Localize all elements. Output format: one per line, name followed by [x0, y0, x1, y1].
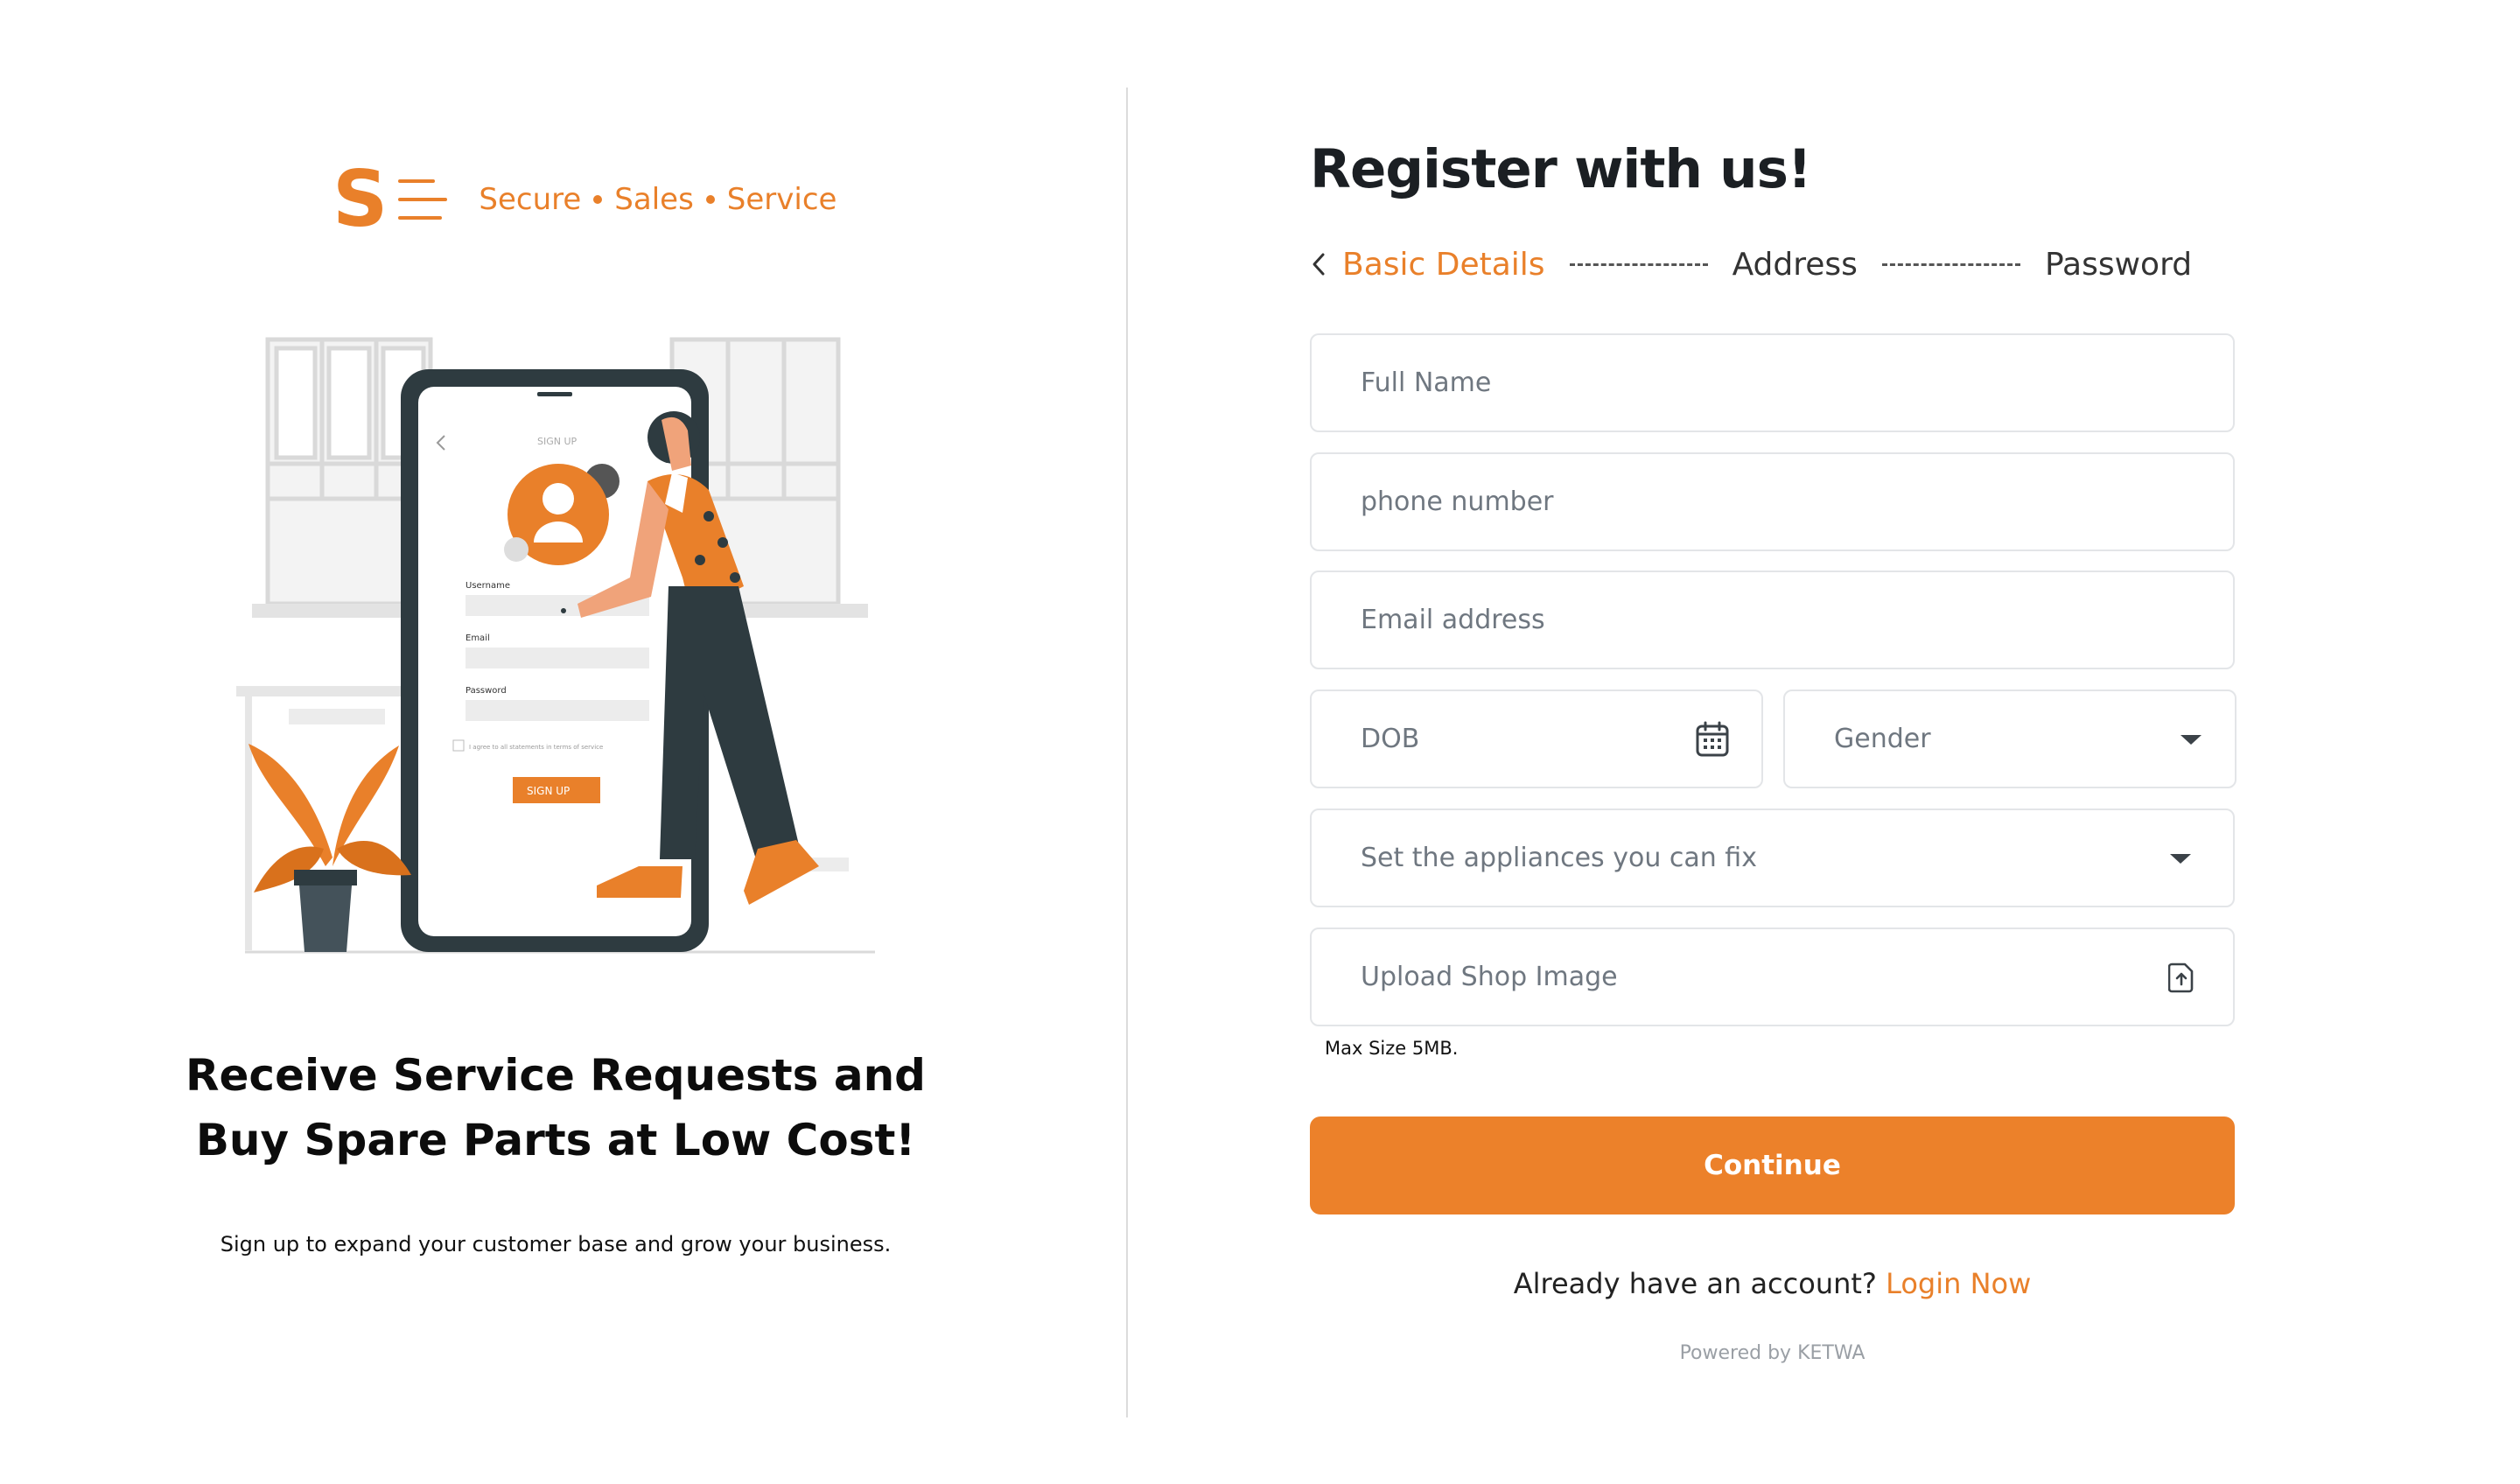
hero-title-line: Buy Spare Parts at Low Cost!	[195, 1115, 916, 1166]
illus-screen-title: SIGN UP	[537, 436, 578, 447]
upload-shop-image-label: Upload Shop Image	[1361, 962, 1618, 992]
step-basic-details[interactable]: Basic Details	[1342, 247, 1545, 283]
illus-password-label: Password	[466, 686, 507, 696]
step-connector	[1569, 262, 1708, 266]
tagline-word: Service	[726, 182, 837, 217]
hero-title: Receive Service Requests and Buy Spare P…	[175, 1043, 936, 1172]
step-address[interactable]: Address	[1732, 247, 1858, 283]
email-field[interactable]	[1310, 570, 2235, 669]
tagline-word: Secure	[479, 182, 582, 217]
email-input[interactable]	[1361, 605, 2110, 635]
illus-signup-button: SIGN UP	[527, 785, 570, 797]
dob-input[interactable]	[1361, 724, 1639, 754]
powered-by-footer: Powered by KETWA	[1679, 1342, 1866, 1364]
step-connector	[1881, 262, 2020, 266]
dob-field[interactable]	[1310, 690, 1763, 788]
phone-input[interactable]	[1361, 486, 2110, 517]
page-title: Register with us!	[1310, 138, 1812, 200]
illus-username-label: Username	[466, 581, 510, 591]
logo-lines-icon	[398, 178, 448, 221]
tagline-dot	[705, 195, 715, 204]
logo-letter: S	[332, 154, 388, 244]
tagline-dot	[593, 195, 603, 204]
plant-decoration	[248, 744, 411, 952]
upload-shop-image-field[interactable]: Upload Shop Image	[1310, 928, 2235, 1026]
have-account-text: Already have an account?	[1513, 1267, 1877, 1300]
signup-illustration: SIGN UP Username Email Password I agree …	[236, 337, 875, 954]
brand-logo: S Secure Sales Service	[332, 154, 836, 244]
full-name-field[interactable]	[1310, 333, 2235, 432]
gender-select[interactable]: Gender	[1783, 690, 2236, 788]
max-size-note: Max Size 5MB.	[1325, 1038, 1459, 1059]
step-progress: Basic Details Address Password	[1306, 238, 2192, 290]
hero-subtitle: Sign up to expand your customer base and…	[220, 1232, 892, 1256]
brand-tagline: Secure Sales Service	[479, 182, 836, 217]
appliances-select-value: Set the appliances you can fix	[1361, 843, 1757, 873]
step-password[interactable]: Password	[2045, 247, 2192, 283]
illus-agree-text: I agree to all statements in terms of se…	[469, 744, 603, 751]
appliances-select[interactable]: Set the appliances you can fix	[1310, 808, 2235, 907]
chevron-left-icon[interactable]	[1306, 247, 1332, 282]
login-now-link[interactable]: Login Now	[1886, 1267, 2031, 1300]
tagline-word: Sales	[614, 182, 694, 217]
continue-button[interactable]: Continue	[1310, 1116, 2235, 1214]
caret-down-icon	[2179, 732, 2203, 746]
illus-email-label: Email	[466, 634, 490, 643]
login-prompt: Already have an account? Login Now	[1310, 1267, 2235, 1300]
gender-select-value: Gender	[1834, 724, 1931, 754]
phone-field[interactable]	[1310, 452, 2235, 551]
file-upload-icon[interactable]	[2168, 962, 2194, 993]
full-name-input[interactable]	[1361, 368, 2110, 398]
calendar-icon[interactable]	[1695, 721, 1730, 758]
panel-divider	[1126, 88, 1128, 1418]
caret-down-icon	[2168, 851, 2193, 865]
hero-title-line: Receive Service Requests and	[186, 1050, 926, 1101]
